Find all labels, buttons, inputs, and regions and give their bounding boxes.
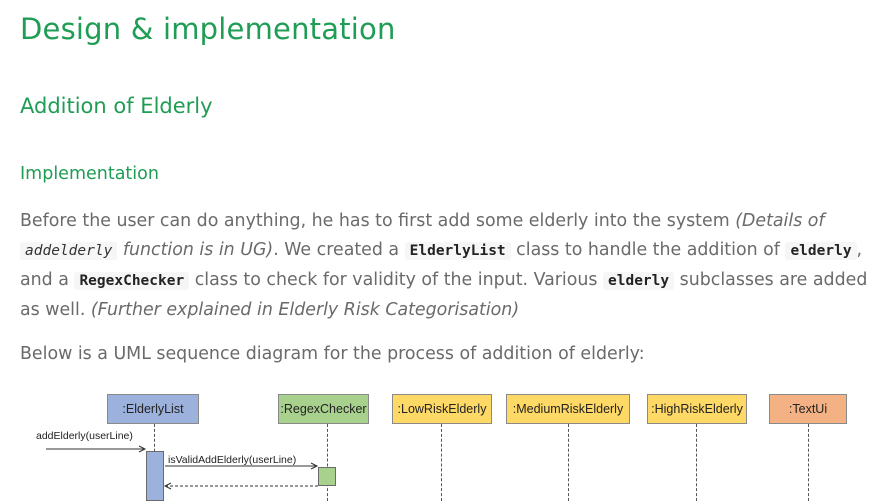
- section-heading-addition-of-elderly: Addition of Elderly: [20, 94, 213, 118]
- para-text: class to handle the addition of: [510, 240, 786, 260]
- inline-code-addelderly: addelderly: [20, 242, 118, 260]
- message-arrows: [46, 445, 319, 490]
- para-text: . We created a: [273, 240, 405, 260]
- inline-code-elderlylist: ElderlyList: [404, 242, 511, 260]
- para-text: class to check for validity of the input…: [189, 270, 604, 290]
- para-italic-text: function is in UG): [117, 240, 274, 260]
- implementation-paragraph: Before the user can do anything, he has …: [20, 207, 882, 325]
- page-title: Design & implementation: [20, 12, 396, 46]
- para-text: Before the user can do anything, he has …: [20, 211, 736, 231]
- inline-code-elderly: elderly: [785, 242, 857, 260]
- para-italic-text: (Further explained in Elderly Risk Categ…: [90, 300, 520, 320]
- diagram-intro-paragraph: Below is a UML sequence diagram for the …: [20, 344, 645, 364]
- subsection-heading-implementation: Implementation: [20, 164, 159, 184]
- inline-code-elderly: elderly: [603, 272, 675, 290]
- inline-code-regexchecker: RegexChecker: [74, 272, 190, 290]
- uml-sequence-diagram: :ElderlyList :RegexChecker :LowRiskElder…: [0, 385, 895, 501]
- para-italic-text: (Details of: [735, 211, 825, 231]
